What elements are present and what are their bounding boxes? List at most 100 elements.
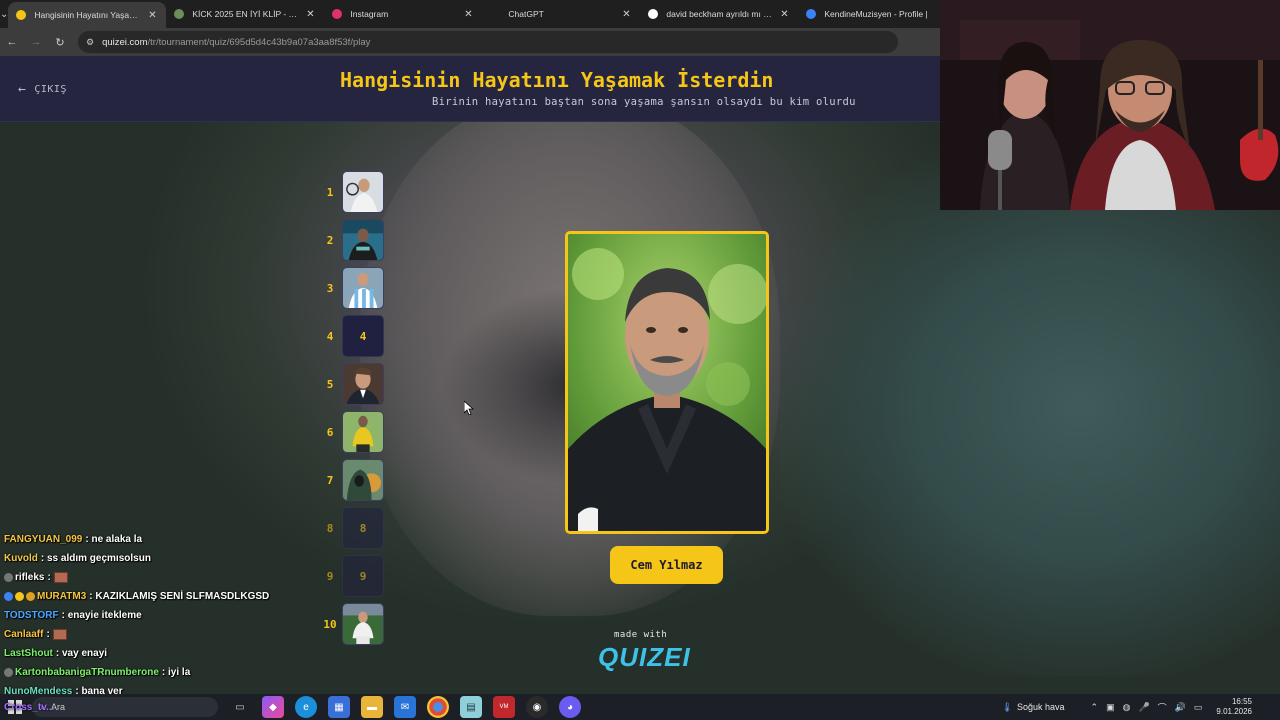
network-icon[interactable]: ◍ (1123, 702, 1131, 713)
copilot-icon[interactable]: ◆ (262, 696, 284, 718)
ranking-row: 88 (318, 506, 388, 550)
tab-close-icon[interactable]: ✕ (146, 10, 158, 21)
address-bar[interactable]: ⚙ quizei.com/tr/tournament/quiz/695d5d4c… (78, 31, 898, 53)
chat-text: : ne alaka la (85, 534, 143, 545)
obs-icon[interactable]: ◉ (526, 696, 548, 718)
ranking-row: 3 (318, 266, 388, 310)
ranking-number: 6 (326, 425, 334, 439)
chat-text: : KAZIKLAMIŞ SENİ SLFMASDLKGSD (89, 591, 270, 602)
reload-icon[interactable]: ↻ (48, 28, 72, 56)
chat-username[interactable]: KartonbabanigaTRnumberone (15, 663, 159, 682)
ranking-slot-thumbnail[interactable] (342, 603, 384, 645)
file-explorer-icon[interactable]: ▬ (361, 696, 383, 718)
ranking-row: 2 (318, 218, 388, 262)
chat-badge-icon (15, 592, 24, 601)
microphone-icon[interactable]: 🎤 (1138, 702, 1149, 713)
chrome-icon[interactable] (427, 696, 449, 718)
ranking-number: 4 (326, 329, 334, 343)
candidate-photo-card[interactable] (565, 231, 769, 534)
ranking-slot-thumbnail[interactable] (342, 459, 384, 501)
site-info-icon[interactable]: ⚙ (86, 37, 94, 48)
system-tray: 🌡 Soğuk hava ⌃ ▣ ◍ 🎤 ⌒ 🔊 ▭ 16:55 9.01.20… (998, 694, 1280, 720)
browser-tab[interactable]: ChatGPT ✕ (482, 0, 640, 28)
discord-icon[interactable]: ◕ (559, 696, 581, 718)
chat-message: rifleks: (0, 568, 318, 587)
battery-icon[interactable]: ▭ (1194, 702, 1203, 713)
tab-search-icon[interactable]: ⌄ (0, 0, 8, 28)
forward-arrow-icon[interactable]: → (24, 28, 48, 56)
chat-username[interactable]: Kuvold (4, 549, 38, 568)
chat-username[interactable]: FANGYUAN_099 (4, 530, 82, 549)
chat-message: TODSTORF: enayie itekleme (0, 606, 318, 625)
browser-tab[interactable]: david beckham ayrıldı mı - Goo ✕ (640, 0, 798, 28)
background-glow (780, 136, 1280, 676)
chat-username[interactable]: LastShout (4, 644, 53, 663)
chat-message: MURATM3: KAZIKLAMIŞ SENİ SLFMASDLKGSD (0, 587, 318, 606)
browser-tab[interactable]: Hangisinin Hayatını Yaşamak İste✕ (8, 2, 167, 28)
quiz-header: ← ÇIKIŞ Hangisinin Hayatını Yaşamak İste… (0, 56, 940, 122)
ranking-slot-empty[interactable]: 8 (342, 507, 384, 549)
chat-message: FANGYUAN_099: ne alaka la (0, 530, 318, 549)
chat-text: : (46, 629, 50, 640)
tab-favicon-icon (16, 10, 27, 20)
back-arrow-icon[interactable]: ← (0, 28, 24, 56)
volume-icon[interactable]: 🔊 (1175, 702, 1186, 713)
taskbar-search-box[interactable]: ⌕ Ara (32, 697, 218, 717)
ranking-number: 9 (326, 569, 334, 583)
ranking-slot-thumbnail[interactable] (342, 411, 384, 453)
tennis-player-thumbnail (343, 172, 383, 212)
taskbar-clock[interactable]: 16:55 9.01.2026 (1216, 697, 1252, 717)
ranking-row: 6 (318, 410, 388, 454)
ranking-slot-empty[interactable]: 4 (342, 315, 384, 357)
url-host: quizei.com (102, 36, 148, 48)
tab-close-icon[interactable]: ✕ (462, 9, 474, 20)
exit-label: ÇIKIŞ (34, 84, 67, 95)
tab-label: KendineMuzisyen - Profile | (824, 9, 928, 19)
tab-close-icon[interactable]: ✕ (304, 9, 316, 20)
camera-icon[interactable]: ▣ (1106, 702, 1115, 713)
ranking-slot-thumbnail[interactable] (342, 219, 384, 261)
chat-username[interactable]: Canlaaff (4, 625, 43, 644)
quiz-subtitle: Birinin hayatını baştan sona yaşama şans… (432, 96, 856, 108)
ranking-slot-empty[interactable]: 9 (342, 555, 384, 597)
store-icon[interactable]: ▦ (328, 696, 350, 718)
task-view-icon[interactable]: ▭ (229, 696, 251, 718)
chevron-up-icon[interactable]: ⌃ (1091, 702, 1099, 713)
mouse-cursor-icon (464, 401, 474, 415)
notes-icon[interactable]: ▤ (460, 696, 482, 718)
browser-tab[interactable]: KİCK 2025 EN İYİ KLİP - Tier List ✕ (166, 0, 324, 28)
wifi-icon[interactable]: ⌒ (1158, 701, 1167, 714)
browser-tab[interactable]: Instagram ✕ (324, 0, 482, 28)
ranking-row: 44 (318, 314, 388, 358)
edge-icon[interactable]: e (295, 696, 317, 718)
tab-close-icon[interactable]: ✕ (620, 9, 632, 20)
quizei-logo[interactable]: QUIZEI (598, 642, 691, 673)
ranking-slot-thumbnail[interactable] (342, 267, 384, 309)
thermometer-icon: 🌡 (1001, 701, 1013, 712)
chat-username[interactable]: TODSTORF (4, 606, 59, 625)
ranking-row: 1 (318, 170, 388, 214)
back-arrow-icon: ← (18, 82, 27, 97)
ranking-row: 10 (318, 602, 388, 646)
chat-badge-icon (4, 592, 13, 601)
chat-username[interactable]: MURATM3 (37, 587, 86, 606)
tab-label: ChatGPT (508, 9, 544, 19)
voicemeeter-icon[interactable]: VM (493, 696, 515, 718)
chat-text: : vay enayi (55, 648, 108, 659)
weather-label[interactable]: Soğuk hava (1017, 702, 1065, 712)
chat-message: Canlaaff: (0, 625, 318, 644)
chat-username[interactable]: rifleks (15, 568, 44, 587)
made-with-label: made with (614, 630, 668, 640)
tab-favicon-icon (490, 9, 501, 19)
chat-message: KartonbabanigaTRnumberone: iyi la (0, 663, 318, 682)
windows-taskbar: ⌕ Ara ▭ ◆ e ▦ ▬ ✉ ▤ VM ◉ ◕ 🌡 Soğuk hava … (0, 694, 1280, 720)
browser-tab[interactable]: KendineMuzisyen - Profile | (798, 0, 956, 28)
tab-close-icon[interactable]: ✕ (778, 9, 790, 20)
candidate-name-button[interactable]: Cem Yılmaz (610, 546, 723, 584)
ranking-slot-thumbnail[interactable] (342, 363, 384, 405)
exit-button[interactable]: ← ÇIKIŞ (18, 82, 67, 97)
browser-tab-strip: ⌄ Hangisinin Hayatını Yaşamak İste✕KİCK … (0, 0, 940, 28)
browser-navbar: ← → ↻ ⚙ quizei.com/tr/tournament/quiz/69… (0, 28, 940, 56)
mail-icon[interactable]: ✉ (394, 696, 416, 718)
ranking-slot-thumbnail[interactable] (342, 171, 384, 213)
